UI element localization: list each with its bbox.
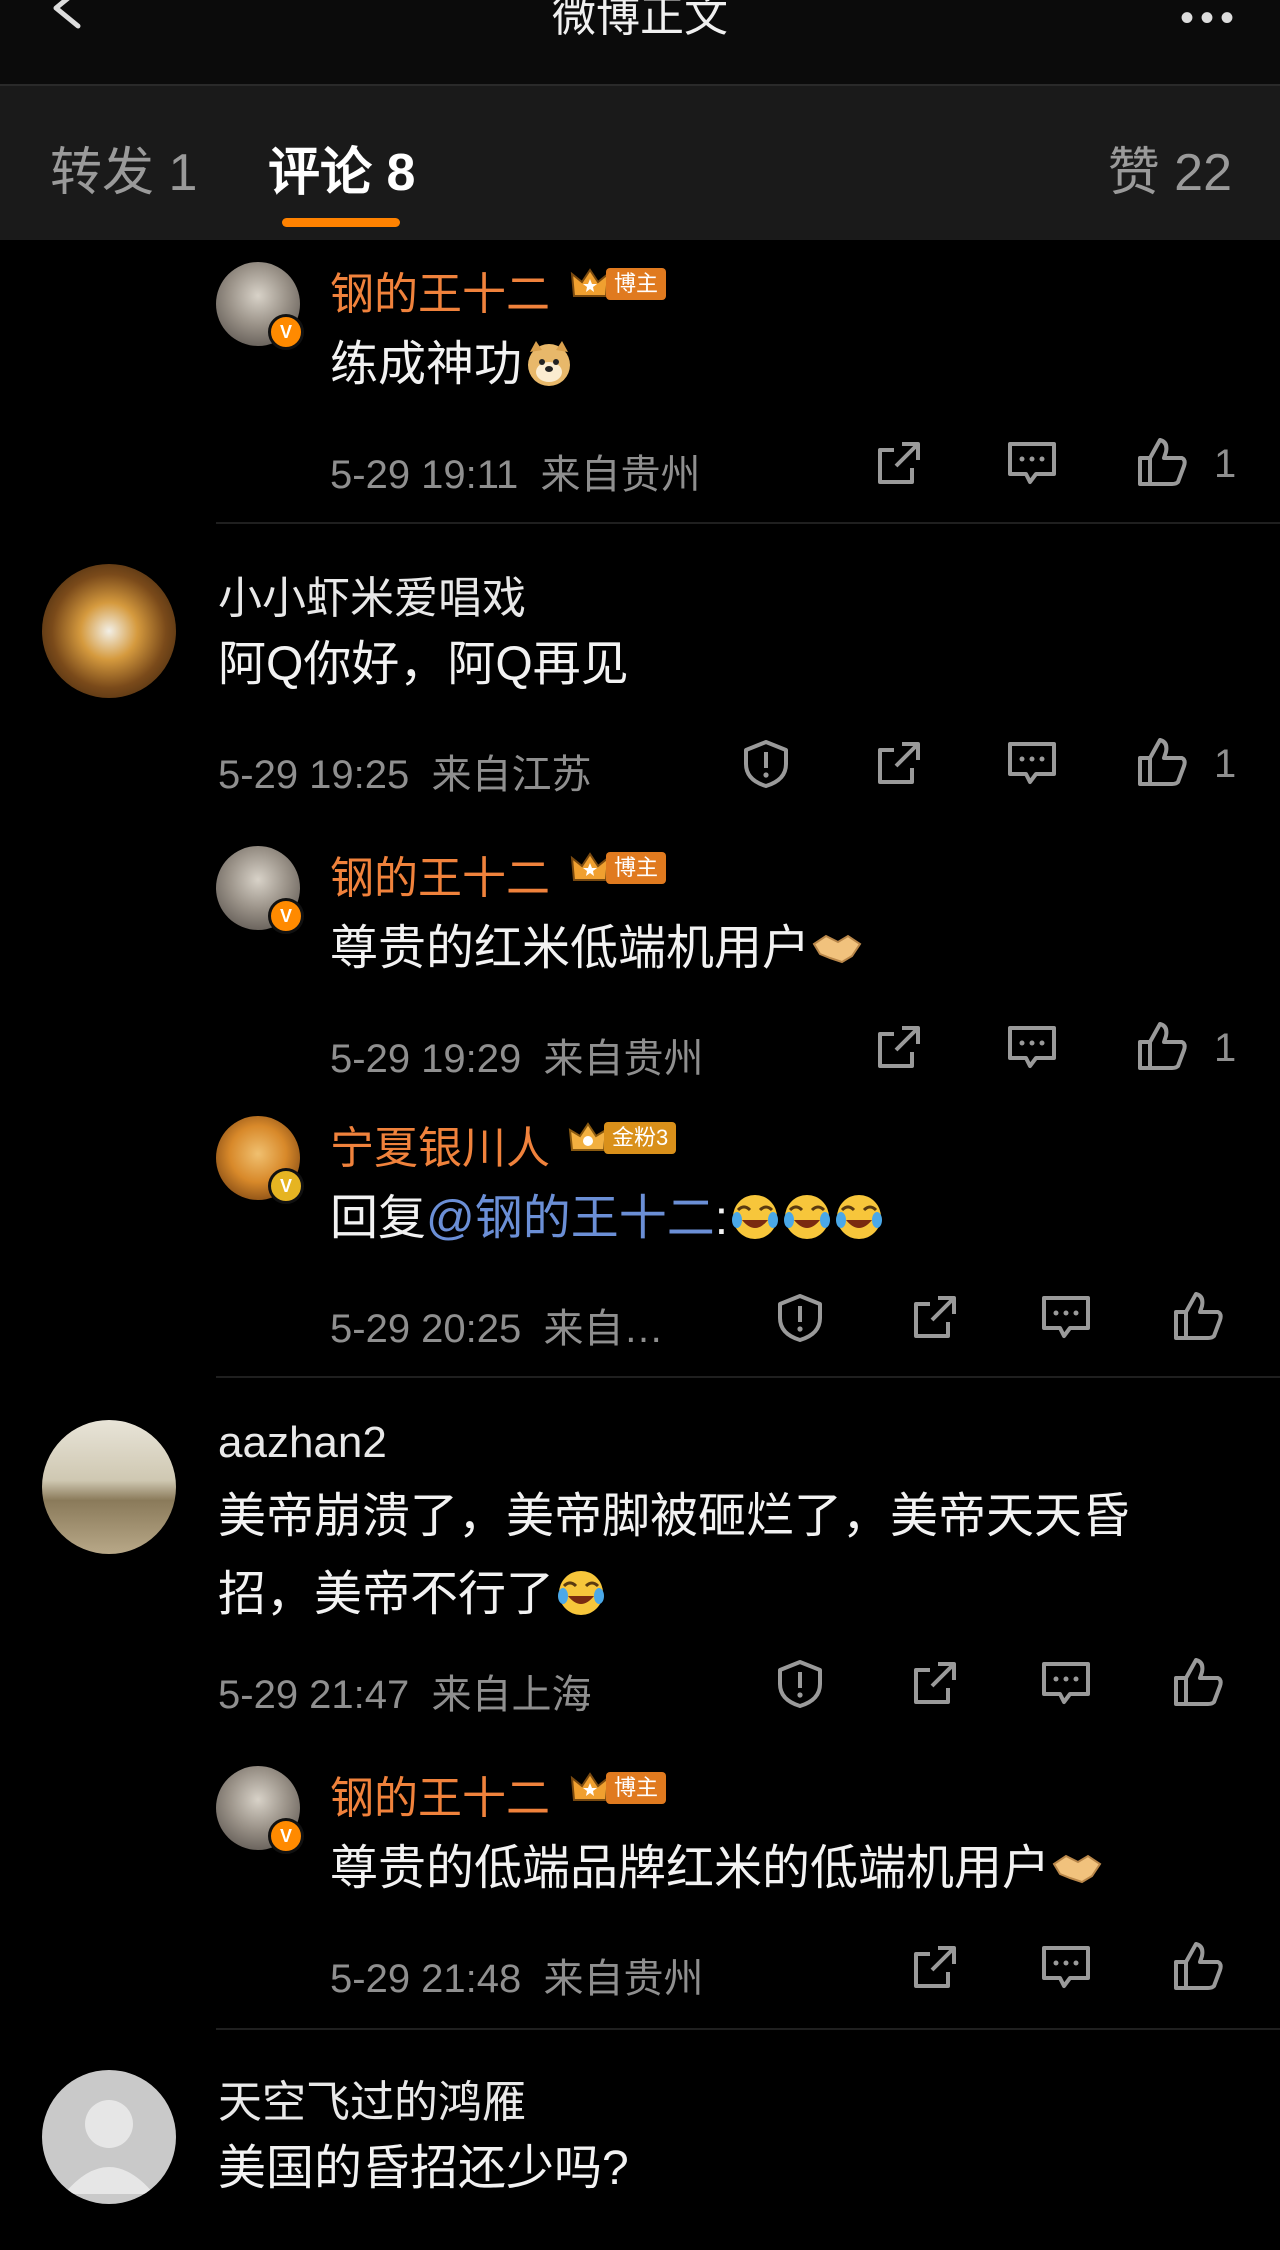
verified-badge-icon: V <box>268 898 304 934</box>
verified-badge-icon: V <box>268 1168 304 1204</box>
share-icon[interactable] <box>908 1658 960 1710</box>
comment-meta: 5-29 20:25 来自… <box>330 1307 664 1351</box>
like-icon[interactable] <box>1172 1290 1224 1342</box>
laugh-cry-emoji-icon <box>836 1195 883 1239</box>
more-options-icon[interactable]: ••• <box>1180 0 1240 41</box>
avatar[interactable] <box>42 1420 176 1554</box>
username[interactable]: 天空飞过的鸿雁 <box>218 2066 526 2130</box>
doge-emoji-icon <box>528 341 571 386</box>
comment-meta: 5-29 19:25 来自江苏 <box>218 753 592 797</box>
comment-text: 尊贵的低端品牌红米的低端机用户 <box>330 1830 1102 1908</box>
like-count: 1 <box>1214 1026 1237 1070</box>
tab-like[interactable]: 赞 22 <box>1108 130 1232 205</box>
username[interactable]: 小小虾米爱唱戏 <box>218 562 526 626</box>
like-icon[interactable] <box>1136 436 1188 488</box>
like-count: 1 <box>1214 742 1237 786</box>
avatar[interactable] <box>42 2070 176 2204</box>
username[interactable]: 宁夏银川人 <box>330 1112 550 1176</box>
comment-text: 尊贵的红米低端机用户 <box>330 910 862 988</box>
divider <box>216 1376 1280 1378</box>
comment-text-line-2: 招，美帝不行了 <box>218 1556 606 1634</box>
crown-icon <box>570 268 610 297</box>
share-icon[interactable] <box>908 1292 960 1344</box>
comment-icon[interactable] <box>1006 438 1058 490</box>
like-icon[interactable] <box>1136 736 1188 788</box>
like-icon[interactable] <box>1172 1940 1224 1992</box>
like-icon[interactable] <box>1172 1656 1224 1708</box>
crown-icon <box>570 1772 610 1801</box>
share-icon[interactable] <box>872 738 924 790</box>
top-nav-bar: 微博正文 ••• <box>0 0 1280 84</box>
comment-icon[interactable] <box>1006 738 1058 790</box>
handshake-emoji-icon <box>1052 1854 1102 1884</box>
comment-text: 美国的昏招还少吗? <box>218 2142 629 2195</box>
verified-badge-icon: V <box>268 314 304 350</box>
laugh-cry-emoji-icon <box>732 1195 779 1239</box>
crown-icon <box>570 852 610 881</box>
report-icon[interactable] <box>774 1292 826 1344</box>
comment-icon[interactable] <box>1006 1022 1058 1074</box>
comment-meta: 5-29 19:11 来自贵州 <box>330 453 701 497</box>
tab-comment[interactable]: 评论 8 <box>268 130 415 205</box>
fan-crown-icon <box>568 1122 608 1151</box>
share-icon[interactable] <box>872 438 924 490</box>
comment-text: 练成神功 <box>330 326 574 404</box>
verified-badge-icon: V <box>268 1818 304 1854</box>
laugh-cry-emoji-icon <box>558 1571 605 1615</box>
comment-icon[interactable] <box>1040 1658 1092 1710</box>
divider <box>216 2028 1280 2030</box>
comment-meta: 5-29 21:47 来自上海 <box>218 1673 592 1717</box>
username[interactable]: aazhan2 <box>218 1418 387 1468</box>
tab-repost[interactable]: 转发 1 <box>50 130 197 205</box>
share-icon[interactable] <box>872 1022 924 1074</box>
comment-text: 阿Q你好，阿Q再见 <box>218 638 629 691</box>
report-icon[interactable] <box>774 1658 826 1710</box>
active-tab-indicator <box>282 218 400 227</box>
tab-bar: 转发 1 评论 8 赞 22 <box>0 84 1280 240</box>
divider <box>216 522 1280 524</box>
mention-link[interactable]: @钢的王十二 <box>426 1192 715 1245</box>
comment-icon[interactable] <box>1040 1292 1092 1344</box>
avatar[interactable] <box>42 564 176 698</box>
username[interactable]: 钢的王十二 <box>330 1762 550 1826</box>
comment-icon[interactable] <box>1040 1942 1092 1994</box>
handshake-emoji-icon <box>812 934 862 964</box>
comment-meta: 5-29 19:29 来自贵州 <box>330 1037 704 1081</box>
share-icon[interactable] <box>908 1942 960 1994</box>
page-title: 微博正文 <box>552 0 728 41</box>
comment-text-line-1: 美帝崩溃了，美帝脚被砸烂了，美帝天天昏 <box>218 1490 1131 1543</box>
blogger-badge: 博主 <box>570 850 667 886</box>
comment-meta: 5-29 21:48 来自贵州 <box>330 1957 704 2001</box>
laugh-cry-emoji-icon <box>784 1195 831 1239</box>
like-count: 1 <box>1214 442 1237 486</box>
report-icon[interactable] <box>740 738 792 790</box>
blogger-badge: 博主 <box>570 266 667 302</box>
username[interactable]: 钢的王十二 <box>330 842 550 906</box>
default-avatar-icon <box>64 2100 154 2194</box>
username[interactable]: 钢的王十二 <box>330 258 550 322</box>
fan-level-badge: 金粉3 <box>568 1120 677 1156</box>
comment-text: 回复@钢的王十二: <box>330 1180 884 1258</box>
blogger-badge: 博主 <box>570 1770 667 1806</box>
like-icon[interactable] <box>1136 1020 1188 1072</box>
